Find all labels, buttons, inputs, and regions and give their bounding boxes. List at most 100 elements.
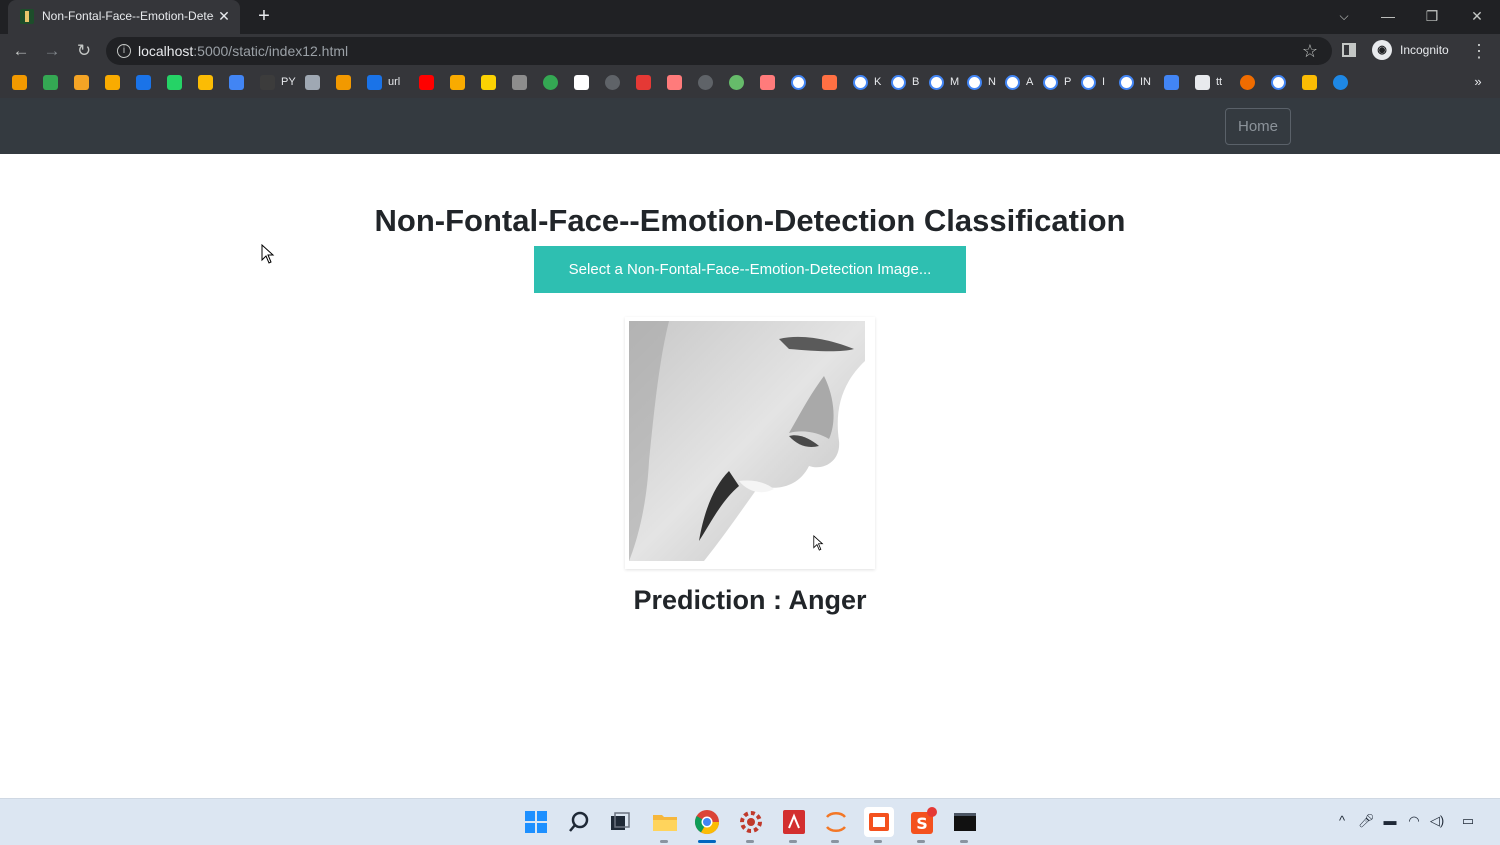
google-icon	[1043, 75, 1058, 90]
new-tab-button[interactable]: +	[254, 6, 274, 26]
whatsapp-icon	[167, 75, 182, 90]
incognito-icon: ◉	[1372, 40, 1392, 60]
terminal-icon[interactable]	[950, 807, 980, 843]
heart-icon	[636, 75, 651, 90]
bookmark-label: PY	[281, 76, 296, 88]
bookmark-label: I	[1102, 76, 1106, 88]
browser-menu-icon[interactable]: ⋮	[1470, 41, 1488, 61]
bookmark-label: IN	[1140, 76, 1151, 88]
svg-text:S: S	[916, 814, 928, 833]
uploaded-face-image	[629, 321, 865, 561]
google-icon	[929, 75, 944, 90]
p-icon	[481, 75, 496, 90]
google-icon	[1271, 75, 1286, 90]
incognito-profile[interactable]: ◉ Incognito	[1370, 39, 1462, 63]
wifi-icon[interactable]: ◠	[1406, 813, 1422, 829]
cursor-icon	[813, 535, 824, 551]
chrome-icon[interactable]	[692, 807, 722, 843]
powerpoint-icon[interactable]	[864, 807, 894, 843]
bookmark-star-icon[interactable]: ☆	[1300, 41, 1320, 61]
tower-icon	[336, 75, 351, 90]
gear-app-icon[interactable]	[736, 807, 766, 843]
document-icon	[574, 75, 589, 90]
bookmarks-bar: » PY url K B M N A P I IN tt	[0, 68, 1500, 98]
search-icon[interactable]	[564, 807, 594, 837]
globe-color-icon	[729, 75, 744, 90]
bookmark-label: N	[988, 76, 996, 88]
volume-icon[interactable]: ◁)	[1429, 813, 1445, 829]
pdf-icon	[667, 75, 682, 90]
minimize-button[interactable]: —	[1377, 6, 1399, 26]
side-panel-icon[interactable]	[1342, 43, 1356, 57]
tab-close-icon[interactable]: ✕	[216, 8, 232, 24]
mountain-icon	[1164, 75, 1179, 90]
monitor-icon	[1195, 75, 1210, 90]
google-icon	[1081, 75, 1096, 90]
youtube-icon	[419, 75, 434, 90]
globe-icon	[605, 75, 620, 90]
google-icon	[891, 75, 906, 90]
pencil-icon	[450, 75, 465, 90]
ring-icon	[543, 75, 558, 90]
task-view-icon[interactable]	[605, 807, 635, 837]
browser-tab[interactable]: Non-Fontal-Face--Emotion-Detection Class…	[8, 0, 240, 34]
tab-favicon-icon	[20, 9, 34, 24]
chevron-up-icon[interactable]: ^	[1334, 813, 1350, 829]
glasses-icon	[512, 75, 527, 90]
arrow-icon	[822, 75, 837, 90]
bookmark-label: url	[388, 76, 401, 88]
browser-tab-strip: Non-Fontal-Face--Emotion-Detection Class…	[0, 0, 1500, 34]
file-explorer-icon[interactable]	[650, 807, 680, 843]
bookmark-label: A	[1026, 76, 1034, 88]
microphone-icon[interactable]: 🎤︎	[1358, 813, 1375, 829]
home-button[interactable]: Home	[1225, 108, 1291, 145]
google-icon	[1005, 75, 1020, 90]
analytics-icon	[105, 75, 120, 90]
bookmark-label: B	[912, 76, 920, 88]
url-text[interactable]: localhost:5000/static/index12.html	[138, 43, 738, 59]
battery-icon[interactable]: ▬	[1382, 813, 1398, 829]
sublime-icon[interactable]: S	[907, 807, 937, 843]
address-bar[interactable]: i localhost:5000/static/index12.html ☆	[106, 37, 1332, 65]
incognito-label: Incognito	[1400, 43, 1449, 57]
acrobat-icon[interactable]	[779, 807, 809, 843]
bookmarks-overflow-icon[interactable]: »	[1471, 74, 1485, 90]
image-preview-frame	[625, 317, 875, 569]
bookmark-label: M	[950, 76, 960, 88]
tab-title: Non-Fontal-Face--Emotion-Detection Class…	[42, 9, 214, 23]
select-image-button[interactable]: Select a Non-Fontal-Face--Emotion-Detect…	[534, 246, 966, 293]
google-icon	[791, 75, 806, 90]
start-icon[interactable]	[521, 807, 551, 837]
prediction-result: Prediction : Anger	[633, 585, 867, 615]
pinwheel-icon	[1302, 75, 1317, 90]
back-button[interactable]: ←	[11, 41, 31, 61]
google-icon	[853, 75, 868, 90]
close-window-button[interactable]: ✕	[1466, 6, 1488, 26]
ads-icon	[198, 75, 213, 90]
bookmark-label: K	[874, 76, 882, 88]
flame-icon	[12, 75, 27, 90]
python-icon	[260, 75, 275, 90]
car-icon	[305, 75, 320, 90]
windows-taskbar: S ^ 🎤︎ ▬ ◠ ◁) ▭	[0, 798, 1500, 845]
restore-button[interactable]: ❐	[1421, 6, 1443, 26]
page-navbar: Home	[0, 98, 1500, 154]
forward-button[interactable]: →	[42, 41, 62, 61]
shield-icon	[367, 75, 382, 90]
chat-icon	[43, 75, 58, 90]
jupyter-icon[interactable]	[821, 807, 851, 843]
tab-search-icon[interactable]: ⌵	[1333, 6, 1355, 26]
bookmark-label: tt	[1216, 76, 1223, 88]
google-icon	[1119, 75, 1134, 90]
orange-circle-icon	[1240, 75, 1255, 90]
orange-app-icon	[74, 75, 89, 90]
globe-icon	[698, 75, 713, 90]
site-info-icon[interactable]: i	[117, 44, 131, 58]
adsense-icon	[229, 75, 244, 90]
cursor-icon	[261, 244, 275, 264]
google-icon	[967, 75, 982, 90]
notification-icon[interactable]: ▭	[1460, 813, 1476, 829]
calendar-icon	[136, 75, 151, 90]
reload-button[interactable]: ↻	[74, 41, 94, 61]
browser-toolbar: ← → ↻ i localhost:5000/static/index12.ht…	[0, 34, 1500, 68]
